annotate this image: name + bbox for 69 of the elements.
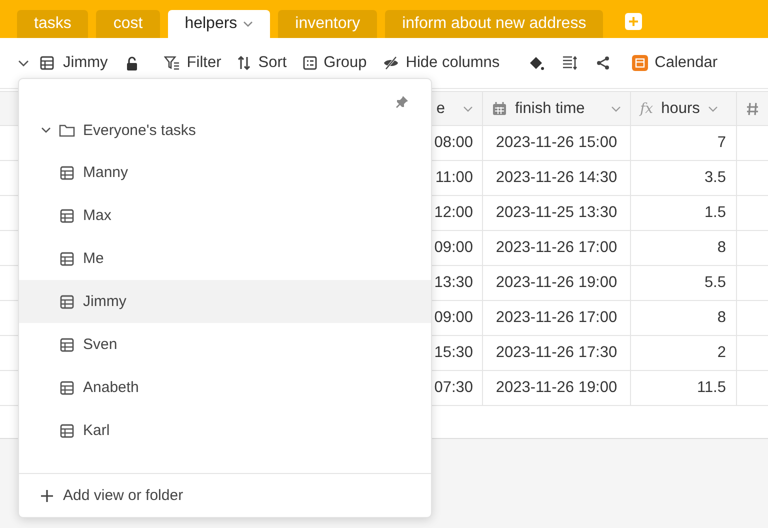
eye-off-icon: [382, 56, 399, 70]
formula-icon: fx: [640, 100, 654, 116]
table-icon: [40, 56, 54, 70]
view-item[interactable]: Manny: [19, 151, 431, 194]
table-icon: [60, 166, 74, 180]
table-cell: 09:00: [434, 239, 473, 257]
table-cell: 2023-11-26 19:00: [496, 379, 618, 397]
chevron-icon[interactable]: [18, 60, 29, 66]
hash-icon: [746, 102, 759, 116]
group-icon: [302, 56, 317, 70]
table-icon: [60, 252, 74, 266]
table-cell: 13:30: [434, 274, 473, 292]
table-cell: 2023-11-26 17:30: [496, 344, 618, 362]
view-item[interactable]: Jimmy: [19, 280, 431, 323]
view-item[interactable]: Max: [19, 194, 431, 237]
table-icon: [60, 338, 74, 352]
view-item[interactable]: Karl: [19, 409, 431, 452]
table-cell: 08:00: [434, 134, 473, 152]
share-icon[interactable]: [596, 56, 610, 70]
table-icon: [60, 208, 74, 222]
paint-bucket-icon[interactable]: [528, 56, 544, 70]
pin-icon[interactable]: [395, 95, 409, 109]
table-cell: 2: [717, 344, 726, 362]
plus-icon: [41, 490, 53, 502]
column-header[interactable]: e: [436, 100, 445, 118]
table-cell: 09:00: [434, 309, 473, 327]
table-cell: 2023-11-26 15:00: [496, 134, 618, 152]
folder-item[interactable]: Everyone's tasks: [19, 109, 431, 151]
row-height-icon[interactable]: [562, 56, 578, 70]
view-item[interactable]: Sven: [19, 323, 431, 366]
folder-icon: [59, 124, 75, 136]
column-header[interactable]: finish time: [515, 100, 585, 118]
sort-icon: [237, 56, 252, 70]
table-cell: 07:30: [434, 379, 473, 397]
table-cell: 8: [717, 239, 726, 257]
filter-icon: [164, 56, 180, 70]
table-cell: 11:00: [435, 169, 473, 187]
hide-columns-button[interactable]: Hide columns: [374, 50, 508, 76]
view-name[interactable]: Jimmy: [63, 54, 108, 72]
table-cell: 8: [717, 309, 726, 327]
table-cell: 2023-11-26 17:00: [496, 309, 618, 327]
table-cell: 5.5: [704, 274, 726, 292]
table-cell: 12:00: [434, 204, 473, 222]
add-view-button[interactable]: Add view or folder: [33, 483, 192, 508]
table-cell: 2023-11-25 13:30: [496, 204, 618, 222]
group-button[interactable]: Group: [294, 50, 375, 76]
column-header[interactable]: hours: [661, 100, 700, 118]
table-icon: [60, 424, 74, 438]
table-icon: [60, 380, 74, 394]
view-item[interactable]: Anabeth: [19, 366, 431, 409]
calendar-button[interactable]: Calendar: [624, 50, 726, 76]
chevron-icon: [243, 21, 254, 27]
filter-button[interactable]: Filter: [156, 50, 230, 76]
table-icon: [60, 294, 74, 308]
table-cell: 2023-11-26 17:00: [496, 239, 618, 257]
view-item[interactable]: Me: [19, 237, 431, 280]
chevron-icon[interactable]: [41, 127, 51, 133]
table-cell: 1.5: [704, 204, 726, 222]
sheet-tab[interactable]: helpers: [168, 10, 270, 38]
table-cell: 2023-11-26 14:30: [496, 169, 618, 187]
lock-icon[interactable]: [126, 56, 138, 70]
calendar-icon: [632, 55, 648, 71]
table-cell: 3.5: [704, 169, 726, 187]
table-cell: 7: [717, 134, 726, 152]
sort-button[interactable]: Sort: [229, 50, 295, 76]
calendar-icon: [492, 102, 507, 116]
table-cell: 11.5: [696, 379, 726, 397]
table-cell: 2023-11-26 19:00: [496, 274, 618, 292]
table-cell: 15:30: [434, 344, 473, 362]
